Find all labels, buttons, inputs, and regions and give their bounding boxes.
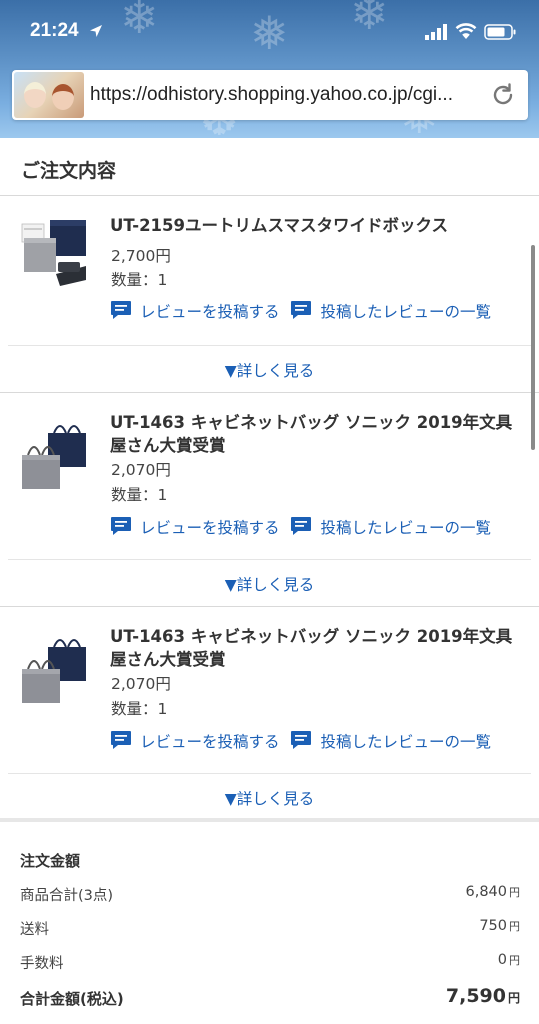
site-favicon <box>14 72 84 118</box>
shipping-row: 送料 750 円 <box>20 918 520 942</box>
address-bar[interactable]: https://odhistory.shopping.yahoo.co.jp/c… <box>12 70 528 120</box>
write-review-link[interactable]: レビューを投稿する <box>110 300 280 322</box>
review-list-label: 投稿したレビューの一覧 <box>320 519 491 537</box>
product-name[interactable]: UT-2159ユートリムスマスタワイドボックス <box>110 214 520 237</box>
order-item: UT-1463 キャビネットバッグ ソニック 2019年文具屋さん大賞受賞 2,… <box>0 607 539 820</box>
subtotal-value: 6,840 円 <box>465 884 520 900</box>
comment-icon <box>291 301 312 319</box>
location-arrow-icon <box>90 25 102 37</box>
product-name[interactable]: UT-1463 キャビネットバッグ ソニック 2019年文具屋さん大賞受賞 <box>110 625 520 671</box>
grand-total-value: 7,590 円 <box>445 985 520 1007</box>
subtotal-row: 商品合計(3点) 6,840 円 <box>20 884 520 908</box>
comment-icon <box>291 731 312 749</box>
order-item: UT-1463 キャビネットバッグ ソニック 2019年文具屋さん大賞受賞 2,… <box>0 393 539 607</box>
shipping-value: 750 円 <box>479 918 520 934</box>
product-price: 2,070円 <box>111 675 171 693</box>
review-list-label: 投稿したレビューの一覧 <box>320 733 491 751</box>
shipping-label: 送料 <box>20 922 49 938</box>
cellular-signal-icon <box>425 24 447 40</box>
show-details-link[interactable]: ▼詳しく見る <box>0 560 539 606</box>
review-list-link[interactable]: 投稿したレビューの一覧 <box>290 516 491 538</box>
product-price: 2,070円 <box>111 461 171 479</box>
show-details-link[interactable]: ▼詳しく見る <box>0 346 539 392</box>
fee-row: 手数料 0円 <box>20 952 520 976</box>
review-list-link[interactable]: 投稿したレビューの一覧 <box>290 730 491 752</box>
battery-icon <box>484 24 516 40</box>
url-text[interactable]: https://odhistory.shopping.yahoo.co.jp/c… <box>90 84 486 106</box>
scrollbar-thumb[interactable] <box>531 245 535 450</box>
totals-title: 注文金額 <box>20 852 81 870</box>
comment-icon <box>111 731 131 749</box>
order-content: ご注文内容 UT-2159ユートリムスマスタワイドボックス 2,700円 数量：… <box>0 138 539 820</box>
fee-value: 0円 <box>497 952 520 968</box>
product-quantity: 数量：1 <box>111 486 168 504</box>
status-bar: 21:24 <box>0 0 539 64</box>
write-review-link[interactable]: レビューを投稿する <box>110 516 280 538</box>
product-thumbnail[interactable] <box>20 214 92 294</box>
reload-icon[interactable] <box>490 82 516 108</box>
comment-icon <box>111 517 131 535</box>
show-details-link[interactable]: ▼詳しく見る <box>0 774 539 820</box>
write-review-link[interactable]: レビューを投稿する <box>110 730 280 752</box>
subtotal-label: 商品合計(3点) <box>20 888 114 904</box>
review-list-link[interactable]: 投稿したレビューの一覧 <box>290 300 491 322</box>
wifi-icon <box>455 23 477 39</box>
product-price: 2,700円 <box>111 247 171 265</box>
order-totals: 注文金額 商品合計(3点) 6,840 円 送料 750 円 手数料 0円 合計金額… <box>0 818 539 1024</box>
comment-icon <box>111 301 131 319</box>
write-review-label: レビューを投稿する <box>140 519 280 537</box>
product-quantity: 数量：1 <box>111 700 168 718</box>
order-section-title: ご注文内容 <box>0 138 539 196</box>
write-review-label: レビューを投稿する <box>140 303 280 321</box>
order-item: UT-2159ユートリムスマスタワイドボックス 2,700円 数量：1 レビュー… <box>0 196 539 393</box>
product-thumbnail[interactable] <box>20 415 92 495</box>
fee-label: 手数料 <box>20 956 64 972</box>
product-quantity: 数量：1 <box>111 271 168 289</box>
browser-chrome: ❄ ❅ ❄ ❆ ❅ 21:24 https://odhistor <box>0 0 539 138</box>
grand-total-row: 合計金額(税込) 7,590 円 <box>20 985 520 1012</box>
write-review-label: レビューを投稿する <box>140 733 280 751</box>
comment-icon <box>291 517 312 535</box>
product-name[interactable]: UT-1463 キャビネットバッグ ソニック 2019年文具屋さん大賞受賞 <box>110 411 520 457</box>
status-time: 21:24 <box>30 20 79 41</box>
grand-total-label: 合計金額(税込) <box>20 990 124 1008</box>
product-thumbnail[interactable] <box>20 629 92 709</box>
review-list-label: 投稿したレビューの一覧 <box>320 303 491 321</box>
